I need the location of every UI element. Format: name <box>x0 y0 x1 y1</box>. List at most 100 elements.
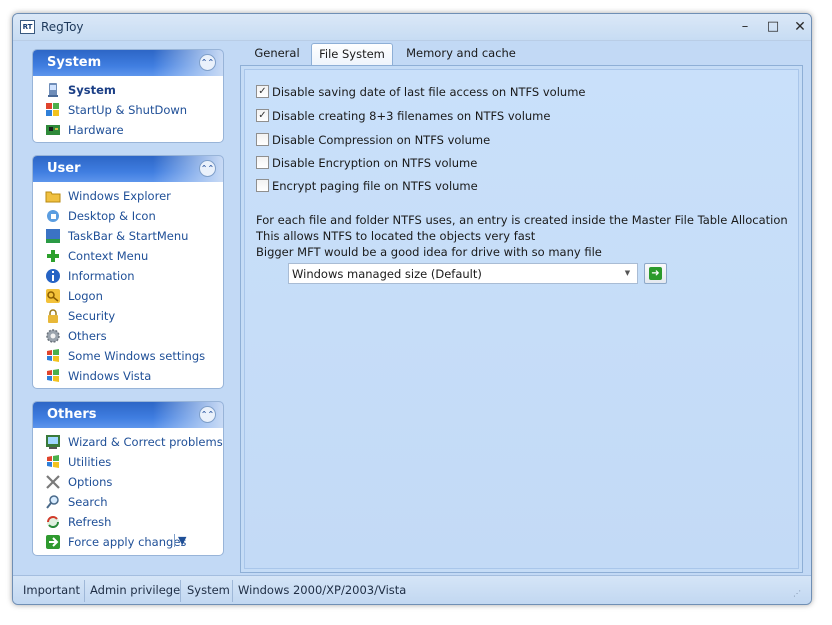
force-apply-dropdown-icon[interactable]: ▼ <box>174 534 186 547</box>
sidebar-item-windows-explorer[interactable]: Windows Explorer <box>33 186 223 206</box>
tab-general[interactable]: General <box>244 43 310 65</box>
status-admin-privilege: Admin privilege <box>90 583 181 597</box>
sidebar-item-label: Logon <box>68 289 103 303</box>
sidebar-item-system[interactable]: System <box>33 80 223 100</box>
sidebar-item-label: Desktop & Icon <box>68 209 156 223</box>
windows-logo-icon <box>47 455 59 468</box>
checkbox[interactable]: ✓ <box>256 85 269 98</box>
status-os-version: Windows 2000/XP/2003/Vista <box>238 583 407 597</box>
file-system-panel-inner: ✓ Disable saving date of last file acces… <box>244 69 799 569</box>
folder-icon <box>45 191 61 203</box>
collapse-chevron-icon[interactable]: ⌃⌃ <box>199 54 216 71</box>
sidebar-item-hardware[interactable]: Hardware <box>33 120 223 140</box>
sidebar-item-label: Windows Explorer <box>68 189 171 203</box>
sidebar-item-wizard[interactable]: Wizard & Correct problems <box>33 432 223 452</box>
lock-icon <box>48 309 58 323</box>
panel-others: Others ⌃⌃ Wizard & Correct problems Util… <box>32 401 224 556</box>
mft-info-line: For each file and folder NTFS uses, an e… <box>256 213 788 227</box>
computer-icon <box>48 83 58 97</box>
sidebar-item-utilities[interactable]: Utilities <box>33 452 223 472</box>
panel-title: System <box>47 55 102 70</box>
checkbox[interactable] <box>256 133 269 146</box>
sidebar-item-windows-vista[interactable]: Windows Vista <box>33 366 223 386</box>
sidebar-item-refresh[interactable]: Refresh <box>33 512 223 532</box>
minimize-button[interactable]: – <box>734 17 756 37</box>
windows-logo-icon <box>47 349 59 362</box>
arrow-right-icon <box>46 535 60 549</box>
sidebar-item-label: Options <box>68 475 113 489</box>
windows-flag-icon <box>46 103 59 116</box>
checkbox[interactable] <box>256 179 269 192</box>
status-important: Important <box>23 583 81 597</box>
tools-icon <box>46 475 60 489</box>
tab-memory-and-cache[interactable]: Memory and cache <box>399 43 523 65</box>
chevron-down-icon[interactable]: ▼ <box>620 266 635 281</box>
panel-user-header[interactable]: User ⌃⌃ <box>33 156 223 182</box>
sidebar-item-information[interactable]: Information <box>33 266 223 286</box>
sidebar-item-label: Security <box>68 309 116 323</box>
circuit-board-icon <box>46 125 60 135</box>
collapse-chevron-icon[interactable]: ⌃⌃ <box>199 406 216 423</box>
key-icon <box>46 289 60 303</box>
option-label: Disable Compression on NTFS volume <box>272 133 491 147</box>
sidebar-item-label: StartUp & ShutDown <box>68 103 188 117</box>
wizard-icon <box>46 435 60 449</box>
desktop-icon <box>47 210 59 222</box>
mft-info-line: Bigger MFT would be a good idea for driv… <box>256 245 602 259</box>
main-window: RT RegToy – □ ✕ System ⌃⌃ System StartUp… <box>12 13 812 605</box>
status-separator <box>232 580 233 602</box>
sidebar-item-others[interactable]: Others <box>33 326 223 346</box>
apply-mft-button[interactable]: ➜ <box>644 263 667 284</box>
collapse-chevron-icon[interactable]: ⌃⌃ <box>199 160 216 177</box>
close-button[interactable]: ✕ <box>789 17 811 37</box>
app-icon: RT <box>20 20 35 34</box>
mft-size-selected-value: Windows managed size (Default) <box>292 267 482 281</box>
maximize-button[interactable]: □ <box>762 17 784 37</box>
sidebar-item-options[interactable]: Options <box>33 472 223 492</box>
sidebar-item-taskbar-startmenu[interactable]: TaskBar & StartMenu <box>33 226 223 246</box>
panel-title: Others <box>47 407 97 422</box>
option-label: Encrypt paging file on NTFS volume <box>272 179 478 193</box>
taskbar-icon <box>46 229 60 243</box>
sidebar-item-some-windows-settings[interactable]: Some Windows settings <box>33 346 223 366</box>
sidebar-item-desktop-icon[interactable]: Desktop & Icon <box>33 206 223 226</box>
sidebar-item-label: Context Menu <box>68 249 149 263</box>
sidebar-item-label: Force apply changes <box>68 535 187 549</box>
magnifier-icon <box>46 495 59 509</box>
sidebar-item-label: Others <box>68 329 107 343</box>
windows-logo-icon <box>47 369 59 382</box>
status-system: System <box>187 583 230 597</box>
sidebar-item-label: Refresh <box>68 515 112 529</box>
sidebar-item-label: Utilities <box>68 455 112 469</box>
info-icon <box>46 269 60 283</box>
sidebar-item-label: Search <box>68 495 108 509</box>
sidebar-item-label: Information <box>68 269 135 283</box>
sidebar-item-context-menu[interactable]: Context Menu <box>33 246 223 266</box>
sidebar-item-force-apply-changes[interactable]: Force apply changes ▼ <box>33 532 223 552</box>
file-system-panel: ✓ Disable saving date of last file acces… <box>240 65 803 573</box>
title-bar[interactable]: RT RegToy – □ ✕ <box>13 14 811 41</box>
sidebar-item-startup-shutdown[interactable]: StartUp & ShutDown <box>33 100 223 120</box>
sidebar-item-label: Some Windows settings <box>68 349 206 363</box>
refresh-icon <box>47 516 59 528</box>
panel-system: System ⌃⌃ System StartUp & ShutDown Hard… <box>32 49 224 143</box>
sidebar-item-label: Windows Vista <box>68 369 152 383</box>
resize-grip-icon[interactable]: ⋰ <box>793 590 803 600</box>
sidebar-item-logon[interactable]: Logon <box>33 286 223 306</box>
sidebar-item-security[interactable]: Security <box>33 306 223 326</box>
status-separator <box>84 580 85 602</box>
panel-user: User ⌃⌃ Windows Explorer Desktop & Icon … <box>32 155 224 389</box>
tab-file-system[interactable]: File System <box>311 43 393 65</box>
checkbox[interactable] <box>256 156 269 169</box>
window-title: RegToy <box>41 20 84 34</box>
sidebar-item-label: Wizard & Correct problems <box>68 435 223 449</box>
sidebar-item-search[interactable]: Search <box>33 492 223 512</box>
option-label: Disable saving date of last file access … <box>272 85 586 99</box>
arrow-right-icon: ➜ <box>649 267 662 280</box>
panel-system-header[interactable]: System ⌃⌃ <box>33 50 223 76</box>
mft-size-select[interactable]: Windows managed size (Default) ▼ <box>288 263 638 284</box>
checkbox[interactable]: ✓ <box>256 109 269 122</box>
panel-others-header[interactable]: Others ⌃⌃ <box>33 402 223 428</box>
status-bar: Important Admin privilege System Windows… <box>13 575 811 604</box>
sidebar-item-label: Hardware <box>68 123 124 137</box>
